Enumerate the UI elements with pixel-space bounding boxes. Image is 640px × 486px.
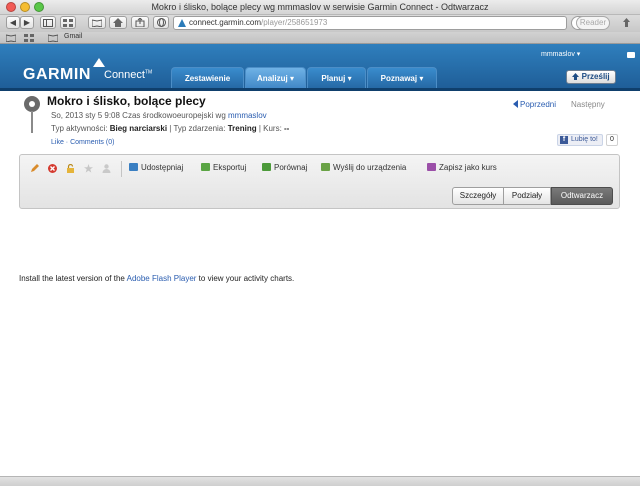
window-title: Mokro i ślisko, bolące plecy wg mmmaslov… xyxy=(151,2,489,12)
top-sites-grid-icon[interactable] xyxy=(24,34,34,42)
edit-pencil-icon[interactable] xyxy=(30,164,39,173)
back-button[interactable]: ◀ xyxy=(6,16,20,29)
adobe-flash-link[interactable]: Adobe Flash Player xyxy=(127,274,197,283)
send-to-device-button[interactable]: Wyślij do urządzenia xyxy=(321,163,406,172)
tab-poznawaj[interactable]: Poznawaj ▾ xyxy=(367,67,437,89)
chevron-down-icon: ▾ xyxy=(347,74,352,83)
forward-arrow-icon: ▶ xyxy=(23,18,31,27)
garmin-favicon-icon xyxy=(178,19,186,27)
upload-button[interactable]: Prześlij xyxy=(566,70,616,84)
bookmarks-icon[interactable] xyxy=(6,34,16,42)
share-page-icon xyxy=(135,17,145,28)
book-icon xyxy=(91,19,103,28)
chevron-left-icon xyxy=(513,100,518,108)
save-course-icon xyxy=(427,163,436,171)
delete-icon[interactable] xyxy=(48,164,57,173)
activity-type-value[interactable]: Bieg narciarski xyxy=(110,124,167,133)
garmin-logo[interactable]: GARMIN xyxy=(23,58,105,84)
course-value[interactable]: -- xyxy=(284,124,289,133)
home-button[interactable] xyxy=(109,16,127,29)
activity-title: Mokro i ślisko, bolące plecy xyxy=(47,94,206,108)
home-icon xyxy=(113,18,123,27)
site-header: GARMIN ConnectTM mmmaslov ▾ Zestawienie … xyxy=(0,44,640,89)
sidebar-icon xyxy=(43,19,53,27)
event-type-value[interactable]: Trening xyxy=(228,124,257,133)
show-reading-list-button[interactable] xyxy=(88,16,106,29)
send-device-icon xyxy=(321,163,330,171)
lock-icon[interactable] xyxy=(66,164,75,173)
downloads-icon[interactable] xyxy=(621,18,632,29)
activity-date-line: So, 2013 sty 5 9:08 Czas środkowoeuropej… xyxy=(51,111,267,120)
flash-install-message: Install the latest version of the Adobe … xyxy=(19,274,295,283)
share-page-button[interactable] xyxy=(131,16,149,29)
like-link[interactable]: Like xyxy=(51,139,64,146)
person-icon[interactable] xyxy=(102,164,111,173)
author-link[interactable]: mmmaslov xyxy=(228,111,267,120)
comments-link[interactable]: Comments (0) xyxy=(70,139,114,146)
tab-planuj[interactable]: Planuj ▾ xyxy=(307,67,366,89)
star-icon[interactable] xyxy=(84,164,93,173)
bookmark-gmail[interactable]: Gmail xyxy=(64,33,82,40)
reading-list-icon[interactable] xyxy=(48,34,58,42)
save-as-course-button[interactable]: Zapisz jako kurs xyxy=(427,163,497,172)
export-button[interactable]: Eksportuj xyxy=(201,163,246,172)
extension-button[interactable] xyxy=(153,16,169,29)
like-comments-line: Like · Comments (0) xyxy=(51,139,115,146)
share-button[interactable]: Udostępniaj xyxy=(129,163,183,172)
activity-type-line: Typ aktywności: Bieg narciarski | Typ zd… xyxy=(51,124,290,133)
reader-button[interactable]: Reader xyxy=(576,16,610,30)
forward-button[interactable]: ▶ xyxy=(20,16,34,29)
facebook-icon: f xyxy=(560,136,568,144)
map-pin-icon xyxy=(24,96,40,133)
window-titlebar: Mokro i ślisko, bolące plecy wg mmmaslov… xyxy=(0,0,640,15)
header-divider xyxy=(0,88,640,91)
tab-zestawienie[interactable]: Zestawienie xyxy=(171,67,244,89)
tab-analizuj[interactable]: Analizuj ▾ xyxy=(245,67,306,89)
globe-icon xyxy=(156,18,166,27)
next-activity-link: Następny xyxy=(571,100,605,109)
chevron-down-icon: ▾ xyxy=(576,51,581,58)
compare-icon xyxy=(262,163,271,171)
url-text: connect.garmin.com/player/258651973 xyxy=(189,18,328,27)
tab-splits[interactable]: Podziały xyxy=(504,187,551,205)
facebook-like-button[interactable]: f Lubię to! xyxy=(557,134,603,146)
tab-details[interactable]: Szczegóły xyxy=(452,187,504,205)
back-arrow-icon: ◀ xyxy=(9,18,17,27)
address-bar[interactable]: connect.garmin.com/player/258651973 xyxy=(173,16,567,30)
top-sites-button[interactable] xyxy=(60,16,76,29)
chevron-down-icon: ▾ xyxy=(289,74,294,83)
bookmarks-bar: Gmail xyxy=(0,32,640,44)
garmin-triangle-icon xyxy=(93,58,105,67)
facebook-like-count: 0 xyxy=(606,134,618,146)
export-icon xyxy=(201,163,210,171)
up-arrow-icon xyxy=(572,73,580,80)
previous-activity-link[interactable]: Poprzedni xyxy=(513,100,556,109)
chevron-down-icon: ▾ xyxy=(419,74,424,83)
toolbar-divider xyxy=(121,161,122,177)
browser-toolbar: ◀ ▶ connect.garmin.com/player/258651973 … xyxy=(0,15,640,32)
connect-logo-text: ConnectTM xyxy=(104,69,153,81)
sidebar-button[interactable] xyxy=(40,16,56,29)
browser-status-bar xyxy=(0,476,640,486)
grid-icon xyxy=(63,19,73,27)
tab-player[interactable]: Odtwarzacz xyxy=(551,187,613,205)
share-icon xyxy=(129,163,138,171)
compare-button[interactable]: Porównaj xyxy=(262,163,307,172)
user-menu[interactable]: mmmaslov ▾ xyxy=(541,50,580,58)
mail-icon[interactable] xyxy=(627,52,635,58)
activity-action-panel: Udostępniaj Eksportuj Porównaj Wyślij do… xyxy=(19,154,620,209)
